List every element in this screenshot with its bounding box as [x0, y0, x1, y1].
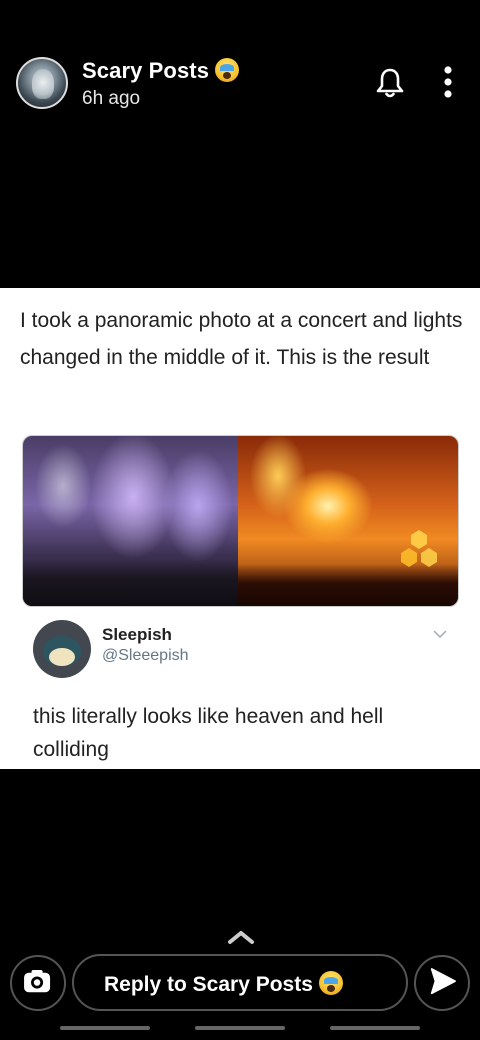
nav-handle-center [195, 1026, 285, 1030]
screaming-face-emoji-icon [215, 58, 240, 82]
nav-handle-left [60, 1026, 150, 1030]
post-caption: I took a panoramic photo at a concert an… [20, 309, 463, 369]
reply-placeholder: Reply to Scary Posts [104, 973, 313, 996]
hexagon-cluster-shape [401, 530, 437, 567]
tweet-author-name: Sleepish [102, 625, 172, 644]
more-vertical-icon[interactable] [436, 64, 460, 100]
photo-orange-half [238, 436, 458, 606]
avatar-face [32, 69, 54, 99]
concert-panorama-photo [22, 435, 459, 607]
reply-input[interactable]: Reply to Scary Posts [72, 954, 408, 1011]
send-icon [430, 968, 456, 995]
tweet-author-handle: @Sleeepish [102, 647, 189, 664]
camera-button[interactable] [10, 955, 66, 1011]
post-image[interactable]: I took a panoramic photo at a concert an… [0, 288, 480, 769]
camera-icon [24, 970, 51, 993]
story-header: Scary Posts 6h ago [0, 0, 480, 140]
nav-handle-right [330, 1026, 420, 1030]
bell-icon[interactable] [372, 64, 408, 100]
photo-purple-half [23, 436, 238, 606]
chevron-up-icon[interactable] [226, 928, 256, 946]
publisher-name: Scary Posts [82, 58, 210, 83]
tweet-avatar [33, 620, 91, 678]
send-button[interactable] [414, 955, 470, 1011]
publisher-title[interactable]: Scary Posts [82, 58, 240, 84]
tweet-text: this literally looks like heaven and hel… [33, 705, 384, 761]
post-timestamp: 6h ago [82, 88, 141, 109]
screaming-face-emoji-icon [318, 971, 343, 995]
chevron-down-icon [433, 630, 447, 639]
publisher-avatar[interactable] [16, 57, 68, 109]
